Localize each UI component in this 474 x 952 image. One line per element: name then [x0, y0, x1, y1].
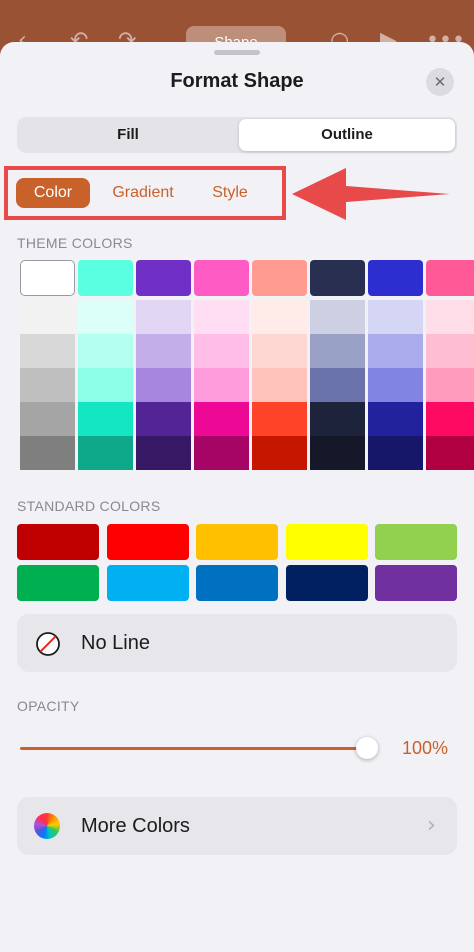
theme-color-swatch[interactable]: [78, 300, 133, 334]
theme-color-swatch[interactable]: [368, 436, 423, 470]
theme-color-swatch[interactable]: [426, 368, 474, 402]
theme-color-swatch[interactable]: [426, 260, 474, 296]
theme-color-column: [20, 260, 75, 470]
theme-color-swatch[interactable]: [426, 402, 474, 436]
theme-color-swatch[interactable]: [78, 436, 133, 470]
sheet-grabber[interactable]: [214, 50, 260, 55]
theme-color-swatch[interactable]: [136, 436, 191, 470]
theme-color-swatch[interactable]: [252, 368, 307, 402]
subtab-color[interactable]: Color: [16, 178, 90, 208]
theme-color-swatch[interactable]: [78, 368, 133, 402]
segment-fill[interactable]: Fill: [19, 119, 237, 151]
theme-color-swatch[interactable]: [426, 334, 474, 368]
standard-color-swatch[interactable]: [17, 524, 99, 560]
theme-color-swatch[interactable]: [194, 260, 249, 296]
theme-color-swatch[interactable]: [136, 260, 191, 296]
theme-color-swatch[interactable]: [426, 300, 474, 334]
theme-color-swatch[interactable]: [252, 334, 307, 368]
theme-color-swatch[interactable]: [310, 436, 365, 470]
standard-color-swatch[interactable]: [196, 524, 278, 560]
standard-color-swatch[interactable]: [285, 565, 368, 601]
theme-color-swatch[interactable]: [252, 260, 307, 296]
theme-color-swatch[interactable]: [20, 300, 75, 334]
format-shape-sheet: Format Shape ✕ Fill Outline Color Gradie…: [0, 42, 474, 952]
theme-color-swatch[interactable]: [368, 334, 423, 368]
subtab-gradient[interactable]: Gradient: [100, 178, 186, 208]
close-icon[interactable]: ✕: [426, 68, 454, 96]
theme-color-swatch[interactable]: [252, 300, 307, 334]
standard-color-swatch[interactable]: [106, 524, 189, 560]
theme-color-swatch[interactable]: [20, 368, 75, 402]
theme-color-swatch[interactable]: [78, 402, 133, 436]
subtab-style[interactable]: Style: [200, 178, 260, 208]
chevron-right-icon: ›: [427, 813, 436, 838]
opacity-heading: OPACITY: [17, 698, 80, 714]
opacity-slider-track[interactable]: [20, 747, 370, 750]
theme-color-swatch[interactable]: [194, 436, 249, 470]
theme-color-swatch[interactable]: [252, 436, 307, 470]
no-line-label: No Line: [81, 632, 150, 654]
theme-color-column: [252, 260, 307, 470]
color-wheel-icon: [34, 813, 60, 839]
theme-color-swatch[interactable]: [136, 334, 191, 368]
theme-color-column: [310, 260, 365, 470]
theme-color-grid: [20, 260, 474, 474]
no-line-icon: [36, 632, 60, 656]
theme-color-swatch[interactable]: [136, 402, 191, 436]
theme-color-swatch[interactable]: [310, 402, 365, 436]
theme-color-column: [426, 260, 474, 470]
standard-color-swatch[interactable]: [17, 565, 99, 601]
theme-color-column: [194, 260, 249, 470]
more-colors-label: More Colors: [81, 815, 190, 837]
theme-color-swatch[interactable]: [194, 368, 249, 402]
theme-color-swatch[interactable]: [20, 334, 75, 368]
theme-color-swatch[interactable]: [78, 334, 133, 368]
theme-color-swatch[interactable]: [20, 436, 75, 470]
standard-color-swatch[interactable]: [285, 524, 368, 560]
segment-outline[interactable]: Outline: [239, 119, 455, 151]
theme-color-swatch[interactable]: [20, 402, 75, 436]
fill-outline-segmented-control: Fill Outline: [17, 117, 457, 153]
theme-color-swatch[interactable]: [368, 368, 423, 402]
theme-color-swatch[interactable]: [368, 402, 423, 436]
theme-color-swatch[interactable]: [20, 260, 75, 296]
theme-color-swatch[interactable]: [426, 436, 474, 470]
theme-color-swatch[interactable]: [136, 368, 191, 402]
annotation-arrow-icon: [292, 168, 450, 220]
theme-color-swatch[interactable]: [78, 260, 133, 296]
theme-color-swatch[interactable]: [194, 300, 249, 334]
theme-colors-heading: THEME COLORS: [17, 235, 133, 251]
theme-color-column: [78, 260, 133, 470]
standard-colors-heading: STANDARD COLORS: [17, 498, 161, 514]
theme-color-swatch[interactable]: [310, 300, 365, 334]
theme-color-column: [368, 260, 423, 470]
theme-color-swatch[interactable]: [252, 402, 307, 436]
standard-color-swatch[interactable]: [106, 565, 189, 601]
sheet-title: Format Shape: [170, 70, 304, 92]
theme-color-swatch[interactable]: [310, 260, 365, 296]
theme-color-column: [136, 260, 191, 470]
theme-color-swatch[interactable]: [368, 300, 423, 334]
theme-color-swatch[interactable]: [310, 334, 365, 368]
more-colors-button[interactable]: More Colors ›: [17, 797, 457, 855]
theme-color-swatch[interactable]: [194, 334, 249, 368]
standard-color-swatch[interactable]: [375, 565, 457, 601]
theme-color-swatch[interactable]: [194, 402, 249, 436]
theme-color-swatch[interactable]: [310, 368, 365, 402]
no-line-button[interactable]: No Line: [17, 614, 457, 672]
standard-color-swatch[interactable]: [375, 524, 457, 560]
opacity-slider-thumb[interactable]: [356, 737, 378, 759]
opacity-value: 100%: [402, 738, 449, 758]
standard-color-swatch[interactable]: [196, 565, 278, 601]
theme-color-swatch[interactable]: [368, 260, 423, 296]
theme-color-swatch[interactable]: [136, 300, 191, 334]
